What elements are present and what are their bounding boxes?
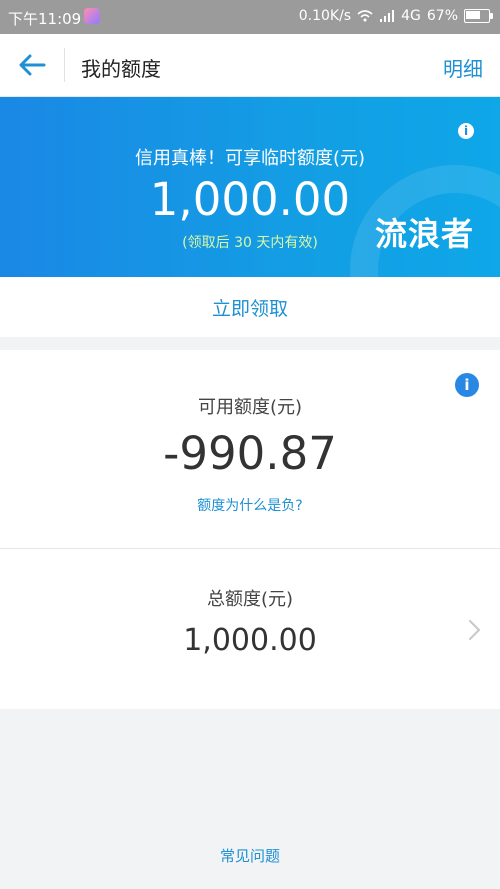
claim-button[interactable]: 立即领取 [0, 294, 500, 321]
signal-icon [380, 10, 395, 22]
battery-percent: 67% [426, 8, 458, 24]
banner-info-icon[interactable]: i [458, 123, 474, 139]
network-speed: 0.10K/s [298, 8, 352, 24]
total-credit-label: 总额度(元) [206, 589, 294, 610]
battery-icon [464, 9, 493, 23]
status-right: 0.10K/s 4G 67% [298, 8, 493, 24]
page-title: 我的额度 [81, 57, 161, 81]
watermark-text: 流浪者 [374, 215, 474, 253]
total-credit-row[interactable]: 总额度(元) 1,000.00 [0, 549, 500, 709]
header-divider [64, 48, 65, 82]
app-header: 我的额度 明细 [0, 34, 500, 97]
faq-link[interactable]: 常见问题 [0, 845, 500, 866]
claim-row: 立即领取 [0, 277, 500, 337]
banner-message: 信用真棒！可享临时额度(元) [134, 148, 366, 169]
available-credit-card: i 可用额度(元) -990.87 额度为什么是负? [0, 350, 500, 549]
available-credit-value: -990.87 [163, 427, 337, 480]
back-button[interactable] [14, 50, 48, 80]
status-bar: 下午11:09 0.10K/s 4G 67% [0, 0, 500, 34]
available-credit-label: 可用额度(元) [197, 397, 303, 418]
negative-credit-help-link[interactable]: 额度为什么是负? [0, 495, 500, 515]
temporary-credit-banner: i 信用真棒！可享临时额度(元) 1,000.00 (领取后 30 天内有效) … [0, 97, 500, 277]
detail-link[interactable]: 明细 [443, 53, 483, 82]
wifi-icon [357, 10, 373, 22]
shield-app-icon [84, 8, 100, 24]
chevron-right-icon [469, 620, 480, 640]
arrow-left-icon [19, 54, 46, 76]
status-time: 下午11:09 [8, 10, 82, 28]
total-credit-value: 1,000.00 [183, 623, 317, 658]
network-type: 4G [401, 8, 421, 24]
